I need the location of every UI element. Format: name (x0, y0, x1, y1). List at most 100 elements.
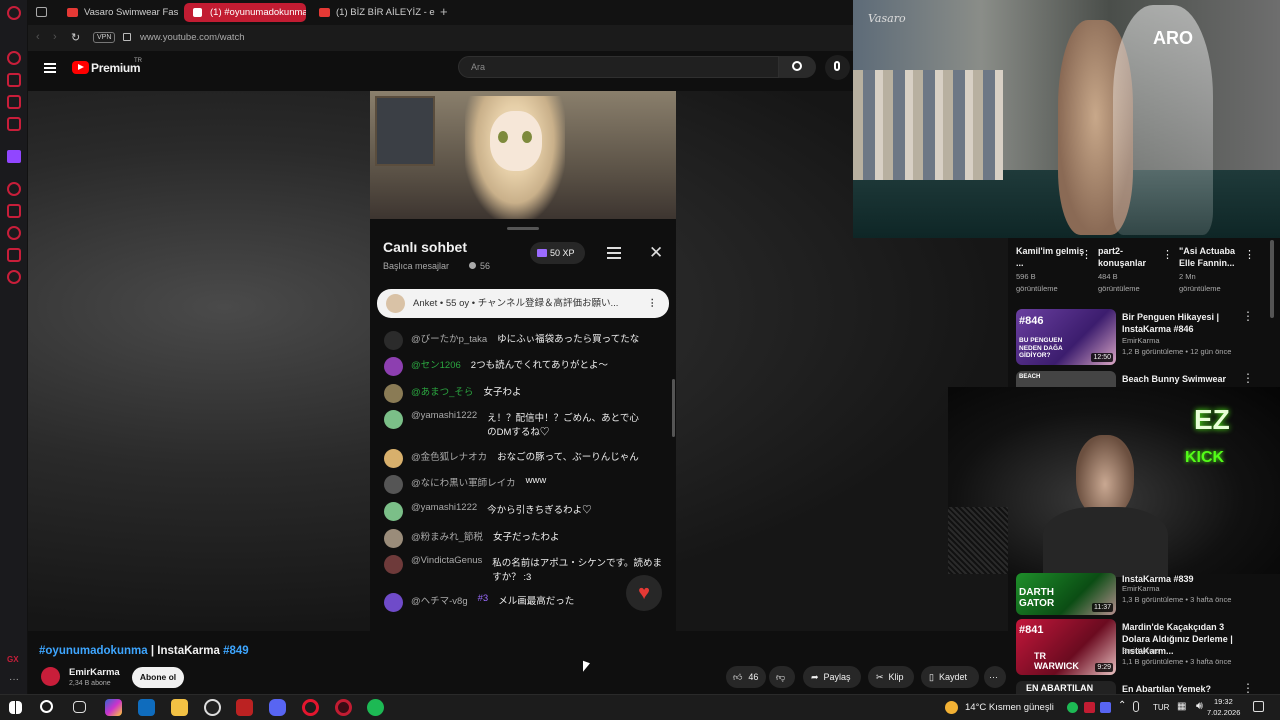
settings-icon[interactable] (7, 270, 21, 284)
outlook-icon[interactable] (138, 699, 155, 716)
tray-chevron-icon[interactable]: ⌃ (1118, 700, 1126, 711)
poll-banner[interactable]: Anket • 55 oy • チャンネル登録＆高評価お願い... ⋮ (377, 289, 669, 318)
opera-gx-icon[interactable] (335, 699, 352, 716)
message-author[interactable]: @ヘチマ-v8g (411, 593, 468, 607)
close-icon[interactable]: ✕ (649, 243, 663, 263)
network-icon[interactable]: ▦ (1177, 701, 1186, 712)
menu-icon[interactable] (44, 63, 56, 73)
kebab-icon[interactable]: ⋮ (1162, 248, 1173, 261)
more-icon[interactable]: ··· (9, 674, 19, 685)
tab-menu-icon[interactable] (36, 7, 47, 17)
heart-reaction-button[interactable]: ♥ (626, 575, 662, 611)
search-button[interactable] (779, 56, 816, 78)
kebab-icon[interactable]: ⋮ (1242, 309, 1254, 323)
extensions-icon[interactable] (7, 248, 21, 262)
tab-vasaro[interactable]: Vasaro Swimwear Fashion (58, 3, 178, 22)
chat-scrollbar[interactable] (672, 379, 675, 437)
url-field[interactable]: www.youtube.com/watch (140, 32, 245, 43)
app-icon[interactable] (236, 699, 253, 716)
discord-icon[interactable] (269, 699, 286, 716)
chat-subtitle[interactable]: Başlıca mesajlar (383, 261, 449, 271)
twitch-icon[interactable] (7, 150, 21, 163)
kebab-icon[interactable]: ⋮ (1081, 248, 1092, 261)
message-author[interactable]: @粉まみれ_節税 (411, 529, 483, 543)
opera-icon[interactable] (302, 699, 319, 716)
volume-icon[interactable]: 🔊︎ (1196, 700, 1203, 713)
kebab-icon[interactable]: ⋮ (1242, 371, 1254, 385)
task-view-icon[interactable] (73, 701, 86, 713)
recommended-video[interactable]: EN ABARTILAN En Abartılan Yemek? ⋮ (1016, 681, 1274, 694)
search-icon[interactable] (40, 700, 53, 713)
rec-channel[interactable]: EmirKarma (1122, 646, 1160, 655)
forward-icon[interactable]: › (53, 31, 57, 43)
message-author[interactable]: @yamashi1222 (411, 502, 477, 513)
message-author[interactable]: @なにわ黒い軍師レイカ (411, 475, 516, 489)
drag-handle[interactable] (507, 227, 539, 230)
top-rec-1[interactable]: Kamil'im gelmiş ... 596 B görüntüleme (1016, 245, 1086, 295)
rec-channel[interactable]: EmirKarma (1122, 336, 1160, 345)
back-icon[interactable]: ‹ (36, 31, 40, 43)
spotify-icon[interactable] (367, 699, 384, 716)
player-icon[interactable] (7, 182, 21, 196)
more-actions-button[interactable]: ··· (984, 666, 1006, 688)
clock-icon[interactable] (7, 226, 21, 240)
hashtag-link[interactable]: #oyunumadokunma (39, 645, 148, 657)
page-scrollbar[interactable] (1270, 240, 1274, 318)
weather-text[interactable]: 14°C Kısmen güneşli (965, 702, 1054, 713)
channel-name[interactable]: EmirKarma (69, 667, 120, 678)
clip-button[interactable]: ✂ Klip (868, 666, 914, 688)
like-button[interactable]: 👍︎ 46 (726, 666, 766, 688)
rec-channel[interactable]: EmirKarma (1122, 584, 1160, 593)
tray-spotify-icon[interactable] (1067, 702, 1078, 713)
new-tab-button[interactable]: + (440, 4, 448, 19)
xp-badge[interactable]: 50 XP (530, 242, 585, 264)
save-button[interactable]: ▯ Kaydet (921, 666, 979, 688)
tab-ailey[interactable]: (1) BİZ BİR AİLEYİZ - ekip (310, 3, 435, 22)
clock-date[interactable]: 7.02.2026 (1207, 708, 1240, 717)
dislike-button[interactable]: 👎︎ (769, 666, 795, 688)
recommended-video[interactable]: #841 TR WARWICK 9:29 Mardin'de Kaçakçıda… (1016, 619, 1274, 677)
message-author[interactable]: @金色狐レナオカ (411, 449, 487, 463)
message-author[interactable]: @あまつ_そら (411, 384, 473, 398)
share-button[interactable]: ➦ Paylaş (803, 666, 861, 688)
tray-discord-icon[interactable] (1100, 702, 1111, 713)
message-author[interactable]: @びーたかp_taka (411, 331, 487, 345)
top-rec-3[interactable]: "Asi Actuaba Elle Fannin... 2 Mn görüntü… (1179, 245, 1241, 295)
clock-time[interactable]: 19:32 (1214, 697, 1233, 706)
vpn-badge[interactable]: VPN (93, 32, 116, 43)
notifications-icon[interactable] (1253, 701, 1264, 712)
start-icon[interactable] (9, 701, 22, 714)
opera-logo-icon[interactable] (7, 6, 21, 20)
weather-icon[interactable] (945, 701, 958, 714)
microphone-icon[interactable] (1133, 701, 1139, 712)
youtube-logo-icon[interactable] (72, 61, 89, 74)
reload-icon[interactable]: ↻ (71, 31, 80, 44)
messenger-icon[interactable] (7, 95, 21, 109)
subscribe-button[interactable]: Abone ol (132, 667, 184, 688)
kebab-icon[interactable]: ⋮ (1244, 248, 1255, 261)
gx-icon[interactable]: GX (7, 655, 19, 664)
poll-more-icon[interactable]: ⋮ (648, 289, 658, 318)
video-player[interactable] (370, 91, 676, 219)
tray-app-icon[interactable] (1084, 702, 1095, 713)
top-rec-2[interactable]: part2-konuşanlar 484 B görüntüleme (1098, 245, 1160, 295)
message-author[interactable]: @yamashi1222 (411, 410, 477, 421)
language-indicator[interactable]: TUR (1153, 703, 1169, 712)
obs-icon[interactable] (204, 699, 221, 716)
search-input[interactable]: Ara (458, 56, 779, 78)
copilot-icon[interactable] (105, 699, 122, 716)
tab-oyunumadokunma[interactable]: (1) #oyunumadokunma (184, 3, 306, 22)
instagram-icon[interactable] (7, 117, 21, 131)
aria-icon[interactable] (7, 73, 21, 87)
message-author[interactable]: @VindictaGenus (411, 555, 482, 566)
history-icon[interactable] (7, 51, 21, 65)
message-author[interactable]: @セン1206 (411, 357, 461, 371)
channel-avatar[interactable] (41, 667, 60, 686)
file-explorer-icon[interactable] (171, 699, 188, 716)
recommended-video[interactable]: #846 BU PENGUEN NEDEN DAĞA GİDİYOR? 12:5… (1016, 309, 1274, 367)
recommended-video[interactable]: BEACH Beach Bunny Swimwear (Slow Motion … (1016, 371, 1274, 387)
filter-icon[interactable] (607, 247, 621, 259)
pinboard-icon[interactable] (7, 204, 21, 218)
episode-hashtag[interactable]: #849 (223, 645, 249, 657)
voice-search-button[interactable] (825, 55, 850, 80)
